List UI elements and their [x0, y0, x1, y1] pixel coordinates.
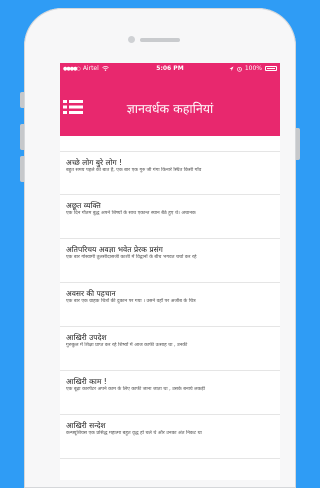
list-item[interactable]: अच्छे लोग बुरे लोग ! बहुत समय पहले की बा…	[60, 151, 280, 195]
story-snippet: एक बार एक ग्राहक चित्रों की दुकान पर गया…	[66, 299, 196, 304]
story-title: आखिरी सन्देश	[66, 421, 106, 430]
story-title: अछूत व्यक्ति	[66, 201, 101, 210]
story-title: अवसर की पहचान	[66, 289, 116, 298]
list-item[interactable]: अवसर की पहचान एक बार एक ग्राहक चित्रों क…	[60, 283, 280, 327]
alarm-icon	[236, 66, 242, 72]
power-button	[296, 128, 300, 160]
location-arrow-icon	[229, 66, 234, 71]
story-snippet: कन्फ्यूशियस एक प्रसिद्ध महात्मा बहुत वृद…	[66, 431, 202, 436]
story-snippet: बहुत समय पहले की बात है, एक बार एक गुरु …	[66, 168, 202, 173]
story-list: अच्छे लोग बुरे लोग ! बहुत समय पहले की बा…	[60, 151, 280, 459]
list-item[interactable]: आखिरी सन्देश कन्फ्यूशियस एक प्रसिद्ध महा…	[60, 415, 280, 459]
story-snippet: एक बूढ़ा कारपेंटर अपने काम के लिए काफी ज…	[66, 387, 205, 392]
camera-icon	[128, 36, 135, 43]
app-screen: ●●●●○ Airtel 5:06 PM 100% ज्ञानवर्धक कहा…	[60, 63, 280, 480]
status-time: 5:06 PM	[156, 65, 184, 72]
list-item[interactable]: आखिरी उपदेश गुरुकुल में शिक्षा प्राप्त क…	[60, 327, 280, 371]
page-title: ज्ञानवर्धक कहानियां	[126, 101, 214, 116]
volume-down-button	[20, 156, 24, 182]
story-snippet: एक बार गोस्वामी तुलसीदासजी काशी में विद्…	[66, 255, 197, 260]
story-title: आखिरी काम !	[66, 377, 107, 386]
battery-icon	[264, 66, 277, 71]
carrier-label: Airtel	[82, 65, 99, 72]
story-snippet: गुरुकुल में शिक्षा प्राप्त कर रहे शिष्यो…	[66, 343, 188, 348]
mute-switch	[20, 92, 24, 108]
battery-percent: 100%	[244, 65, 262, 72]
status-bar: ●●●●○ Airtel 5:06 PM 100%	[60, 63, 280, 74]
list-item[interactable]: अतिपरिचय अवज्ञा भवेत प्रेरक प्रसंग एक बा…	[60, 239, 280, 283]
app-header: ज्ञानवर्धक कहानियां	[60, 74, 280, 136]
story-snippet: एक दिन गौतम बुद्ध अपने शिष्यों के साथ एक…	[66, 211, 196, 216]
list-item[interactable]: आखिरी काम ! एक बूढ़ा कारपेंटर अपने काम क…	[60, 371, 280, 415]
story-title: अतिपरिचय अवज्ञा भवेत प्रेरक प्रसंग	[66, 245, 163, 254]
signal-strength-icon: ●●●●○	[63, 65, 81, 72]
volume-up-button	[20, 124, 24, 150]
speaker-grille	[140, 38, 180, 42]
story-title: आखिरी उपदेश	[66, 333, 107, 342]
list-item[interactable]: अछूत व्यक्ति एक दिन गौतम बुद्ध अपने शिष्…	[60, 195, 280, 239]
wifi-icon	[102, 66, 109, 71]
story-title: अच्छे लोग बुरे लोग !	[66, 158, 123, 167]
